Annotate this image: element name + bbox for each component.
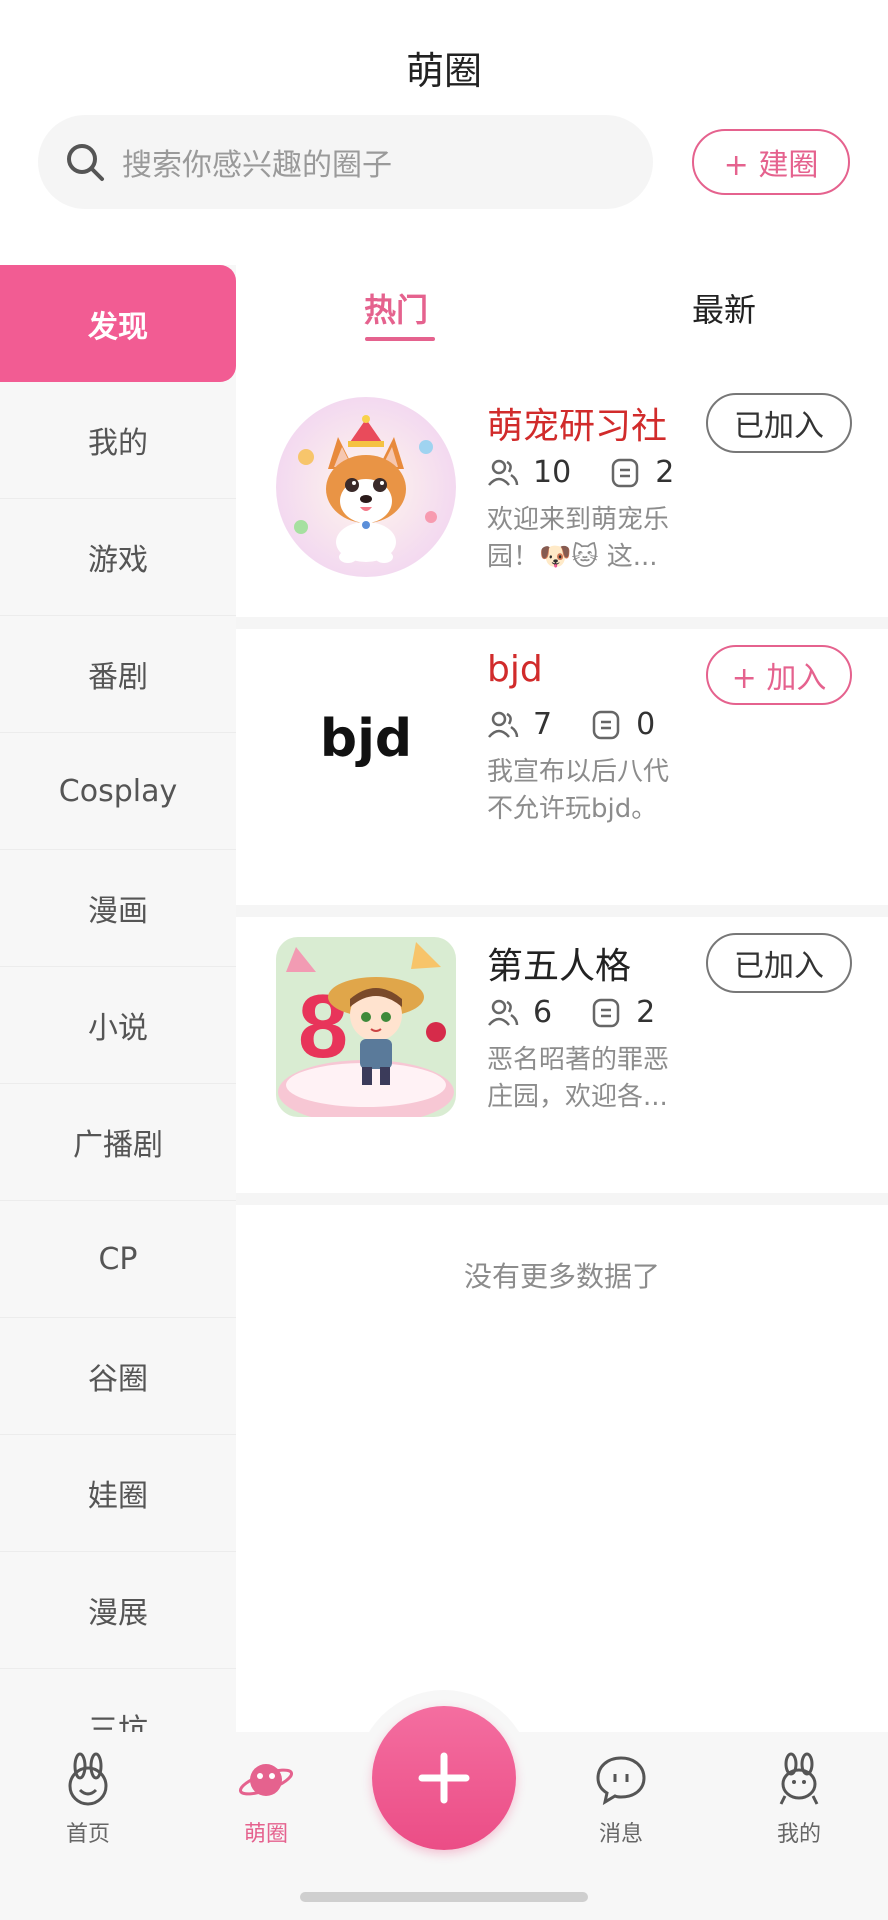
members-icon bbox=[488, 459, 519, 486]
card-divider bbox=[236, 905, 888, 917]
circle-avatar bbox=[276, 397, 456, 577]
planet-icon bbox=[238, 1764, 294, 1796]
posts-icon bbox=[611, 458, 639, 487]
corgi-avatar-image bbox=[276, 397, 456, 577]
sidebar-item-games[interactable]: 游戏 bbox=[0, 499, 236, 616]
circle-avatar: 8 bbox=[276, 937, 456, 1117]
page-title: 萌圈 bbox=[405, 49, 482, 93]
tab-home[interactable]: 首页 bbox=[28, 1752, 148, 1848]
home-indicator bbox=[300, 1892, 588, 1902]
members-icon bbox=[488, 999, 519, 1026]
rabbit-face-icon bbox=[68, 1752, 108, 1806]
circle-description: 我宣布以后八代不允许玩bjd。 bbox=[487, 757, 670, 824]
circle-card[interactable]: 8 第五人格 6 2 恶名昭著的罪恶庄园，欢迎各... 已加入 bbox=[236, 917, 888, 1145]
category-sidebar: 发现 我的 游戏 番剧 Cosplay 漫画 小说 广播剧 CP 谷圈 娃圈 漫… bbox=[0, 265, 236, 1732]
circle-description: 欢迎来到萌宠乐园！🐶🐱 这... bbox=[487, 505, 670, 572]
circle-avatar: bjd bbox=[276, 649, 456, 829]
posts-icon bbox=[592, 710, 620, 739]
sidebar-item-novels[interactable]: 小说 bbox=[0, 967, 236, 1084]
no-more-data-text: 没有更多数据了 bbox=[463, 1260, 660, 1293]
search-input[interactable]: 搜索你感兴趣的圈子 bbox=[38, 115, 653, 209]
tab-circles-label: 萌圈 bbox=[243, 1822, 288, 1847]
sidebar-item-discover[interactable]: 发现 bbox=[0, 265, 236, 382]
circle-name: 萌宠研习社 bbox=[487, 406, 668, 447]
circle-card[interactable]: 萌宠研习社 10 2 欢迎来到萌宠乐园！🐶🐱 这... 已加入 bbox=[236, 377, 888, 605]
sidebar-item-comics[interactable]: 漫画 bbox=[0, 850, 236, 967]
circle-description: 恶名昭著的罪恶庄园，欢迎各... bbox=[487, 1045, 670, 1112]
card-divider bbox=[236, 1193, 888, 1205]
sidebar-item-sankeng[interactable]: 三坑 bbox=[0, 1669, 236, 1732]
search-placeholder: 搜索你感兴趣的圈子 bbox=[122, 148, 392, 183]
tab-messages-label: 消息 bbox=[598, 1822, 643, 1847]
circle-stats: 6 2 bbox=[487, 995, 693, 1030]
members-icon bbox=[488, 711, 519, 738]
join-button[interactable]: + 加入 bbox=[706, 645, 852, 705]
tab-bar: 热门 最新 bbox=[236, 265, 888, 355]
sidebar-item-dolls[interactable]: 娃圈 bbox=[0, 1435, 236, 1552]
add-post-button[interactable] bbox=[372, 1706, 516, 1850]
create-circle-button[interactable]: + 建圈 bbox=[692, 129, 850, 195]
tab-profile-label: 我的 bbox=[776, 1822, 821, 1847]
bottom-tab-bar: 首页 萌圈 消息 我的 bbox=[0, 1690, 888, 1920]
search-icon bbox=[67, 144, 104, 181]
circle-stats: 10 2 bbox=[487, 455, 712, 490]
tab-circles[interactable]: 萌圈 bbox=[206, 1752, 326, 1848]
sidebar-item-radio-drama[interactable]: 广播剧 bbox=[0, 1084, 236, 1201]
joined-button[interactable]: 已加入 bbox=[706, 393, 852, 453]
sidebar-item-mine[interactable]: 我的 bbox=[0, 382, 236, 499]
chat-bubble-icon bbox=[596, 1756, 646, 1806]
sidebar-item-cosplay[interactable]: Cosplay bbox=[0, 733, 236, 850]
anime-girl-avatar-image: 8 bbox=[276, 937, 456, 1117]
circle-card[interactable]: bjd bjd 7 0 我宣布以后八代不允许玩bjd。 + 加入 bbox=[236, 629, 888, 857]
posts-count: 0 bbox=[636, 707, 656, 742]
sidebar-item-anime[interactable]: 番剧 bbox=[0, 616, 236, 733]
tab-new[interactable]: 最新 bbox=[692, 285, 756, 331]
members-count: 7 bbox=[533, 707, 553, 742]
tab-hot[interactable]: 热门 bbox=[364, 285, 428, 331]
rabbit-profile-icon bbox=[779, 1752, 819, 1805]
members-count: 6 bbox=[533, 995, 553, 1030]
plus-icon bbox=[418, 1752, 470, 1804]
tab-profile[interactable]: 我的 bbox=[739, 1752, 859, 1848]
joined-button[interactable]: 已加入 bbox=[706, 933, 852, 993]
members-count: 10 bbox=[533, 455, 572, 490]
tab-home-label: 首页 bbox=[65, 1822, 110, 1847]
posts-count: 2 bbox=[655, 455, 675, 490]
sidebar-item-expo[interactable]: 漫展 bbox=[0, 1552, 236, 1669]
circle-list-panel: 热门 最新 萌宠研习社 10 2 欢迎来到萌宠乐园！🐶🐱 这... 已加入 bj… bbox=[236, 265, 888, 1732]
card-divider bbox=[236, 617, 888, 629]
circle-name: 第五人格 bbox=[487, 946, 632, 987]
tab-messages[interactable]: 消息 bbox=[561, 1752, 681, 1848]
circle-stats: 7 0 bbox=[487, 707, 693, 742]
sidebar-item-cp[interactable]: CP bbox=[0, 1201, 236, 1318]
tab-hot-underline bbox=[365, 337, 435, 341]
circle-name: bjd bbox=[487, 649, 543, 690]
posts-count: 2 bbox=[636, 995, 656, 1030]
posts-icon bbox=[592, 998, 620, 1027]
sidebar-item-goods[interactable]: 谷圈 bbox=[0, 1318, 236, 1435]
